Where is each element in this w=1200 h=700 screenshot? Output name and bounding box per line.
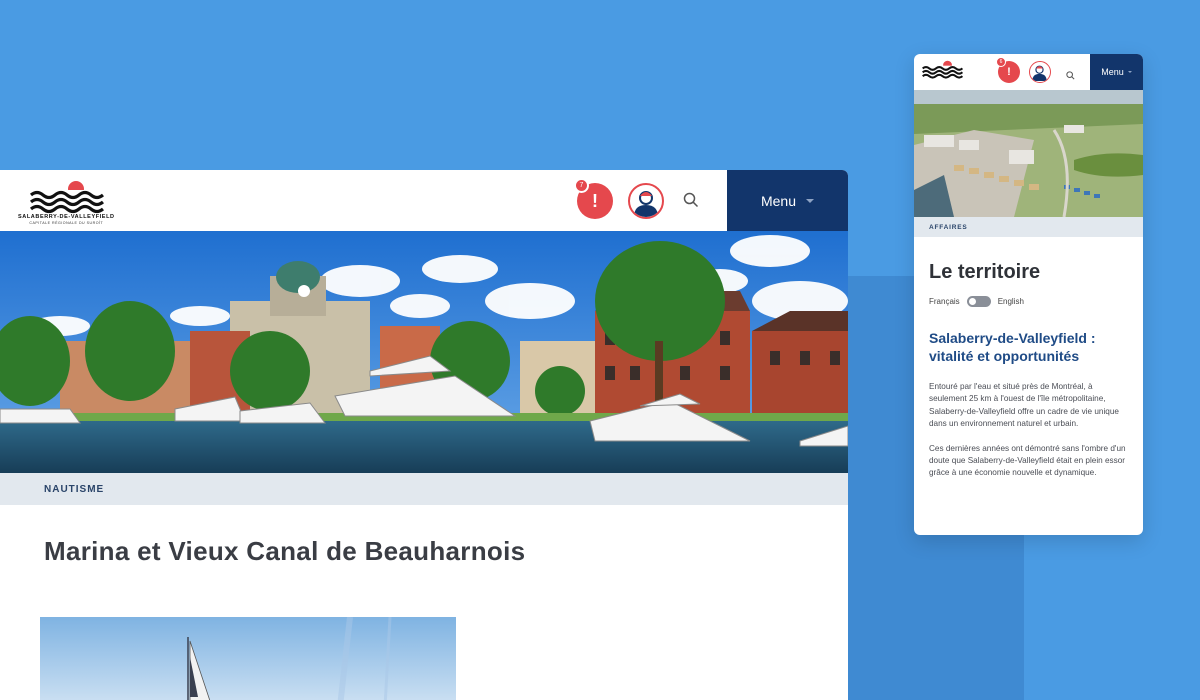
lang-fr-label[interactable]: Français xyxy=(929,297,960,306)
alert-icon: ! xyxy=(1007,66,1011,78)
language-toggle[interactable] xyxy=(966,296,991,307)
logo-tagline: CAPITALE RÉGIONALE DU SUROÎT xyxy=(29,221,104,225)
desktop-window: SALABERRY-DE-VALLEYFIELD CAPITALE RÉGION… xyxy=(0,170,848,700)
mobile-header: ! 6 Menu xyxy=(914,54,1143,90)
language-switcher: Français English xyxy=(929,296,1143,307)
mobile-alert-count-badge: 6 xyxy=(996,57,1006,67)
user-icon xyxy=(634,191,658,217)
mobile-category-bar: AFFAIRES xyxy=(914,217,1143,237)
mobile-subtitle: Salaberry-de-Valleyfield : vitalité et o… xyxy=(929,330,1096,364)
mobile-paragraph-1: Entouré par l'eau et situé près de Montr… xyxy=(929,382,1119,429)
category-label[interactable]: NAUTISME xyxy=(44,484,104,495)
mobile-category-label[interactable]: AFFAIRES xyxy=(929,224,968,231)
mobile-site-logo[interactable] xyxy=(921,59,963,79)
user-icon xyxy=(1032,65,1047,81)
hero-image xyxy=(0,231,848,473)
menu-label: Menu xyxy=(1101,67,1124,77)
mobile-paragraph-2: Ces dernières années ont démontré sans l… xyxy=(929,443,1126,478)
chevron-down-icon xyxy=(1127,71,1132,73)
lang-en-label[interactable]: English xyxy=(998,297,1024,306)
mobile-search-button[interactable] xyxy=(1066,67,1075,85)
search-icon xyxy=(683,192,699,208)
page-title: Marina et Vieux Canal de Beauharnois xyxy=(44,536,526,566)
logo-waves-icon xyxy=(921,60,963,79)
search-button[interactable] xyxy=(683,192,699,213)
site-logo[interactable]: SALABERRY-DE-VALLEYFIELD CAPITALE RÉGION… xyxy=(18,178,115,225)
mobile-hero-image xyxy=(914,90,1143,217)
mobile-user-button[interactable] xyxy=(1029,61,1051,83)
logo-text: SALABERRY-DE-VALLEYFIELD xyxy=(18,214,115,220)
alert-icon: ! xyxy=(592,190,598,211)
menu-button[interactable]: Menu xyxy=(727,170,848,231)
article-thumbnail[interactable] xyxy=(40,617,456,700)
alert-count-badge: 7 xyxy=(574,178,589,193)
logo-waves-icon xyxy=(28,181,105,214)
mobile-menu-button[interactable]: Menu xyxy=(1090,54,1143,90)
mobile-page-title: Le territoire xyxy=(929,261,1041,283)
chevron-down-icon xyxy=(806,198,815,203)
mobile-window: ! 6 Menu AFFAIRES Le territoire Français… xyxy=(914,54,1143,535)
category-bar: NAUTISME xyxy=(0,473,848,505)
search-icon xyxy=(1066,71,1075,80)
desktop-header: SALABERRY-DE-VALLEYFIELD CAPITALE RÉGION… xyxy=(0,170,848,231)
menu-label: Menu xyxy=(760,192,797,209)
user-button[interactable] xyxy=(628,183,664,219)
